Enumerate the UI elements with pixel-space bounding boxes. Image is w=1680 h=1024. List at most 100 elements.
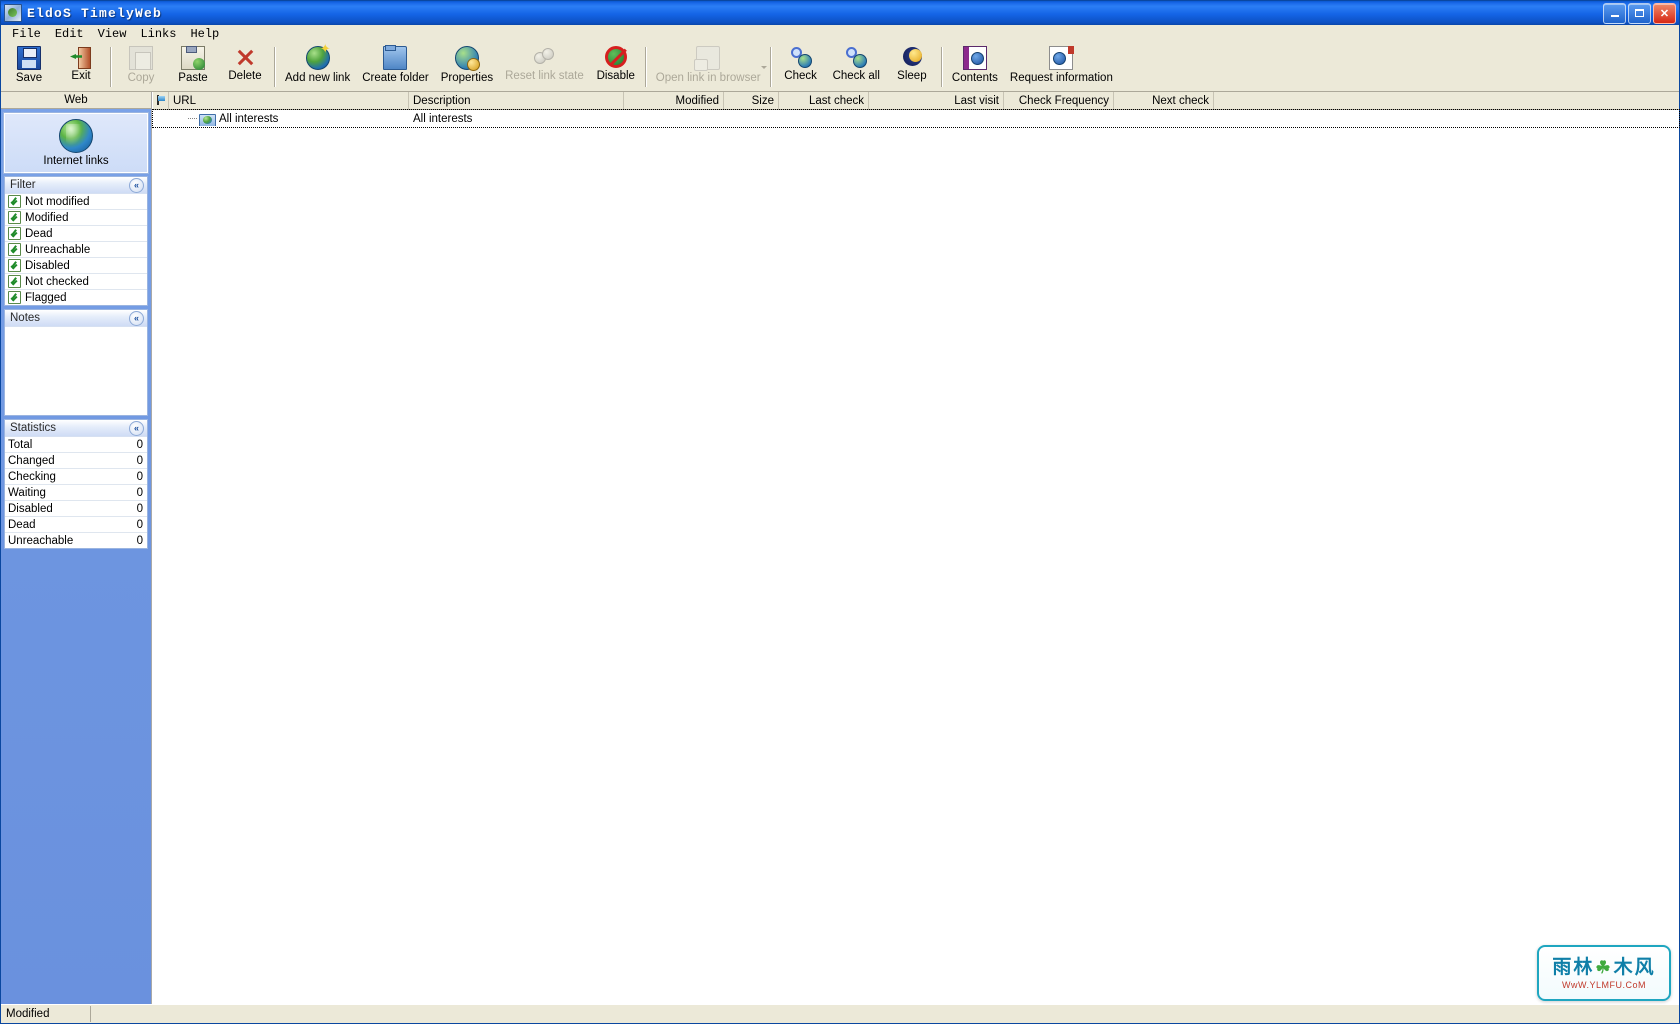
filter-item-not-checked[interactable]: Not checked [5, 274, 147, 290]
new-folder-icon [383, 45, 408, 70]
statistics-row-total: Total 0 [5, 437, 147, 453]
sidebar-item-internet-links[interactable]: Internet links [3, 112, 149, 174]
column-header-label: Modified [675, 94, 719, 107]
menu-view[interactable]: View [91, 26, 134, 42]
checkbox-checked-icon[interactable] [8, 291, 21, 304]
toolbar-button-label: Check [784, 70, 817, 82]
filter-panel: Filter « Not modified Modified Dead Unreach… [4, 176, 148, 306]
browser-window-icon [694, 46, 721, 71]
column-header-url[interactable]: URL [169, 92, 409, 109]
list-column-headers: URL Description Modified Size Last check Last… [153, 92, 1679, 110]
toolbar-button-properties[interactable]: Properties [435, 44, 499, 91]
column-header-last-visit[interactable]: Last visit [869, 92, 1004, 109]
notes-title: Notes [10, 312, 41, 324]
toolbar-button-sleep[interactable]: Sleep [886, 44, 938, 91]
toolbar-button-label: Exit [71, 70, 91, 82]
checkbox-checked-icon[interactable] [8, 259, 21, 272]
toolbar-button-add-new-link[interactable]: Add new link [279, 44, 356, 91]
maximize-button[interactable] [1628, 2, 1651, 24]
column-header-next-check[interactable]: Next check [1114, 92, 1214, 109]
column-header-size[interactable]: Size [724, 92, 779, 109]
statistics-label: Waiting [8, 486, 46, 499]
statistics-label: Total [8, 438, 33, 451]
column-header-check-frequency[interactable]: Check Frequency [1004, 92, 1114, 109]
statistics-panel: Statistics « Total 0 Changed 0 Checking 0 Wait… [4, 419, 148, 549]
column-header-last-check[interactable]: Last check [779, 92, 869, 109]
toolbar-button-delete[interactable]: Delete [219, 44, 271, 91]
column-header-flag[interactable] [153, 92, 169, 109]
statistics-row-dead: Dead 0 [5, 517, 147, 533]
toolbar-button-check-all[interactable]: Check all [827, 44, 886, 91]
column-header-label: Description [413, 94, 471, 107]
filter-item-flagged[interactable]: Flagged [5, 290, 147, 305]
statistics-row-waiting: Waiting 0 [5, 485, 147, 501]
checkbox-checked-icon[interactable] [8, 227, 21, 240]
statistics-value: 0 [136, 438, 143, 451]
window-controls: ✕ [1603, 2, 1676, 24]
chevron-down-icon[interactable] [760, 66, 767, 69]
toolbar-button-exit[interactable]: Exit [55, 44, 107, 91]
filter-item-not-modified[interactable]: Not modified [5, 194, 147, 210]
toolbar-button-disable[interactable]: Disable [590, 44, 642, 91]
toolbar-button-check[interactable]: Check [775, 44, 827, 91]
filter-item-disabled[interactable]: Disabled [5, 258, 147, 274]
toolbar-button-label: Paste [178, 72, 208, 84]
toolbar-button-label: Request information [1009, 72, 1113, 84]
filter-item-modified[interactable]: Modified [5, 210, 147, 226]
column-header-modified[interactable]: Modified [624, 92, 724, 109]
toolbar-button-paste[interactable]: Paste [167, 44, 219, 91]
toolbar-button-contents[interactable]: Contents [946, 44, 1004, 91]
minimize-button[interactable] [1603, 2, 1626, 24]
chevron-up-icon[interactable]: « [129, 177, 144, 193]
statistics-value: 0 [136, 470, 143, 483]
chevron-up-icon[interactable]: « [129, 420, 144, 436]
filter-item-label: Not modified [25, 195, 90, 208]
toolbar-button-label: Copy [127, 72, 155, 84]
toolbar-separator [940, 47, 943, 87]
statistics-label: Unreachable [8, 534, 74, 547]
table-cell-description: All interests [409, 113, 624, 125]
statistics-row-checking: Checking 0 [5, 469, 147, 485]
toolbar-button-label: Delete [228, 70, 262, 82]
notes-textarea[interactable] [5, 327, 147, 415]
checkbox-checked-icon[interactable] [8, 195, 21, 208]
toolbar-button-request-information[interactable]: Request information [1004, 44, 1119, 91]
links-view: URL Description Modified Size Last check Last… [152, 92, 1680, 1004]
toolbar-button-label: Check all [832, 70, 880, 82]
internet-links-label: Internet links [43, 155, 109, 167]
check-magnifier-icon [790, 46, 812, 68]
filter-panel-header[interactable]: Filter « [5, 177, 147, 194]
checkbox-checked-icon[interactable] [8, 275, 21, 288]
checkbox-checked-icon[interactable] [8, 211, 21, 224]
links-list[interactable]: All interests All interests [152, 109, 1680, 1004]
close-button[interactable]: ✕ [1653, 2, 1676, 24]
status-pane-modified: Modified [1, 1006, 91, 1022]
statistics-panel-header[interactable]: Statistics « [5, 420, 147, 437]
notes-panel-header[interactable]: Notes « [5, 310, 147, 327]
sidebar-filler [1, 549, 151, 1004]
filter-item-label: Flagged [25, 291, 67, 304]
watermark-text: 雨林 ☘ 木风 [1552, 957, 1655, 979]
moon-sleep-icon [901, 46, 923, 68]
filter-item-unreachable[interactable]: Unreachable [5, 242, 147, 258]
filter-item-dead[interactable]: Dead [5, 226, 147, 242]
statistics-value: 0 [136, 534, 143, 547]
add-link-globe-icon [305, 44, 331, 70]
menu-edit[interactable]: Edit [48, 26, 91, 42]
table-row[interactable]: All interests All interests [152, 109, 1680, 128]
watermark-url: WwW.YLMFU.CoM [1562, 979, 1646, 990]
menu-file[interactable]: File [5, 26, 48, 42]
checkbox-checked-icon[interactable] [8, 243, 21, 256]
table-cell-url-label: All interests [219, 112, 279, 125]
toolbar-button-create-folder[interactable]: Create folder [356, 44, 434, 91]
statistics-value: 0 [136, 486, 143, 499]
toolbar-button-label: Reset link state [505, 70, 584, 82]
column-header-description[interactable]: Description [409, 92, 624, 109]
toolbar-button-label: Save [15, 72, 43, 84]
toolbar-button-label: Sleep [897, 70, 927, 82]
chevron-up-icon[interactable]: « [129, 310, 144, 326]
toolbar-button-save[interactable]: Save [3, 44, 55, 91]
menu-links[interactable]: Links [133, 26, 183, 42]
filter-item-label: Not checked [25, 275, 89, 288]
menu-help[interactable]: Help [183, 26, 226, 42]
